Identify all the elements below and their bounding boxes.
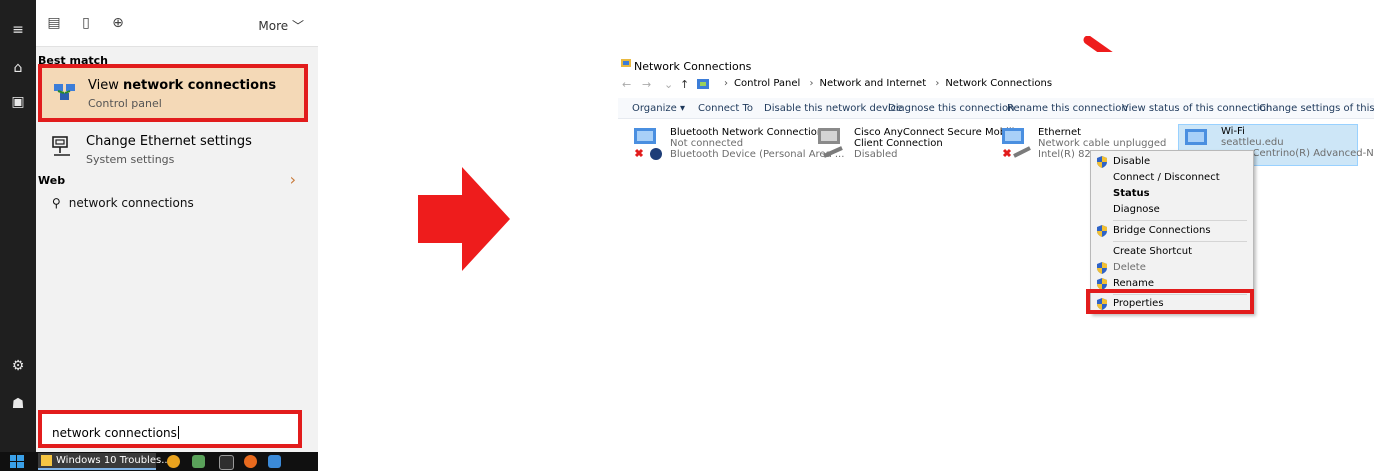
properties-highlight-box — [1086, 289, 1254, 314]
network-folder-icon — [621, 59, 631, 67]
result-subtitle: Control panel — [88, 97, 162, 110]
more-filters-button[interactable]: More ﹀ — [258, 17, 304, 34]
breadcrumb-network-and-internet[interactable]: Network and Internet — [820, 78, 927, 89]
ethernet-adapter-icon — [1002, 128, 1031, 158]
text-caret — [177, 426, 179, 439]
window-title: Network Connections — [634, 60, 752, 73]
documents-filter-icon[interactable]: ▯ — [76, 13, 96, 33]
chrome-icon[interactable] — [167, 455, 180, 468]
menu-separator — [1113, 220, 1247, 221]
menu-item-delete[interactable]: Delete — [1091, 260, 1253, 276]
ethernet-settings-icon — [52, 136, 70, 156]
uac-shield-icon — [1097, 225, 1107, 237]
control-panel-icon — [697, 79, 709, 89]
user-icon[interactable]: ☗ — [8, 394, 28, 414]
home-icon[interactable]: ⌂ — [8, 58, 28, 78]
result-change-ethernet-settings[interactable]: Change Ethernet settings System settings — [40, 124, 306, 174]
web-header: Web — [38, 174, 66, 187]
breadcrumb-network-connections[interactable]: Network Connections — [945, 78, 1052, 89]
rename-button[interactable]: Rename this connection — [1007, 103, 1128, 114]
menu-item-diagnose[interactable]: Diagnose — [1091, 202, 1253, 218]
connection-cisco-anyconnect[interactable]: Cisco AnyConnect Secure Mobility Client … — [814, 126, 1024, 164]
connect-to-button[interactable]: Connect To — [698, 103, 753, 114]
menu-separator — [1113, 241, 1247, 242]
network-tray-icon[interactable] — [192, 455, 205, 468]
menu-item-bridge-connections[interactable]: Bridge Connections — [1091, 223, 1253, 239]
menu-item-disable[interactable]: Disable — [1091, 154, 1253, 170]
menu-item-create-shortcut[interactable]: Create Shortcut — [1091, 244, 1253, 260]
search-icon: ⚲ — [52, 196, 61, 210]
hamburger-icon[interactable]: ≡ — [8, 20, 28, 40]
terminal-icon[interactable] — [219, 455, 234, 470]
store-icon[interactable] — [268, 455, 281, 468]
documents-icon[interactable]: ▣ — [8, 92, 28, 112]
address-bar: ← → ⌄ ↑ › Control Panel › Network and Inte… — [618, 76, 1374, 94]
result-title: View network connections — [88, 78, 277, 93]
start-menu: ≡ ⌂ ▣ ⚙ ☗ ▤ ▯ ⊕ More ﹀ Best match View n… — [0, 0, 318, 471]
search-filter-bar: ▤ ▯ ⊕ More ﹀ — [36, 0, 318, 47]
firefox-icon[interactable] — [244, 455, 257, 468]
vpn-adapter-icon — [818, 128, 843, 158]
organize-button[interactable]: Organize ▾ — [632, 103, 685, 114]
web-filter-icon[interactable]: ⊕ — [108, 13, 128, 33]
right-arrow-icon — [418, 167, 510, 271]
start-rail: ≡ ⌂ ▣ ⚙ ☗ — [0, 0, 36, 452]
taskbar-app-button[interactable]: Windows 10 Troubles... — [38, 453, 171, 470]
connection-bluetooth[interactable]: Bluetooth Network Connection Not connect… — [630, 126, 844, 164]
recent-chevron-icon[interactable]: ⌄ — [664, 78, 673, 91]
search-box[interactable]: network connections — [38, 410, 302, 448]
search-results-panel: ▤ ▯ ⊕ More ﹀ Best match View network con… — [36, 0, 318, 452]
apps-filter-icon[interactable]: ▤ — [44, 13, 64, 33]
menu-item-status[interactable]: Status — [1091, 186, 1253, 202]
taskbar: Windows 10 Troubles... — [0, 452, 318, 471]
chevron-right-icon[interactable]: › — [290, 170, 296, 189]
disable-device-button[interactable]: Disable this network device — [764, 103, 902, 114]
chevron-down-icon: ﹀ — [291, 19, 304, 33]
view-status-button[interactable]: View status of this connection — [1122, 103, 1272, 114]
app-icon — [41, 455, 52, 466]
network-connections-window: Network Connections ← → ⌄ ↑ › Control Pan… — [618, 52, 1374, 182]
change-settings-button[interactable]: Change settings of this connection — [1259, 103, 1374, 114]
back-arrow-icon[interactable]: ← — [622, 78, 631, 91]
uac-shield-icon — [1097, 156, 1107, 168]
search-input[interactable]: network connections — [52, 426, 179, 440]
breadcrumb: › Control Panel › Network and Internet › Ne… — [724, 78, 1053, 89]
breadcrumb-control-panel[interactable]: Control Panel — [734, 78, 800, 89]
bluetooth-adapter-icon — [634, 128, 662, 160]
uac-shield-icon — [1097, 262, 1107, 274]
result-view-network-connections[interactable]: View network connections Control panel — [38, 64, 308, 122]
windows-start-icon[interactable] — [10, 455, 24, 468]
result-title: Change Ethernet settings — [86, 134, 252, 149]
network-connections-icon — [54, 84, 75, 100]
diagnose-button[interactable]: Diagnose this connection — [888, 103, 1014, 114]
command-toolbar: Organize ▾ Connect To Disable this netwo… — [618, 98, 1374, 119]
menu-item-connect-disconnect[interactable]: Connect / Disconnect — [1091, 170, 1253, 186]
gear-icon[interactable]: ⚙ — [8, 356, 28, 376]
web-search-item[interactable]: ⚲ network connections — [52, 196, 194, 210]
up-arrow-icon[interactable]: ↑ — [680, 78, 689, 91]
forward-arrow-icon[interactable]: → — [642, 78, 651, 91]
result-subtitle: System settings — [86, 153, 175, 166]
